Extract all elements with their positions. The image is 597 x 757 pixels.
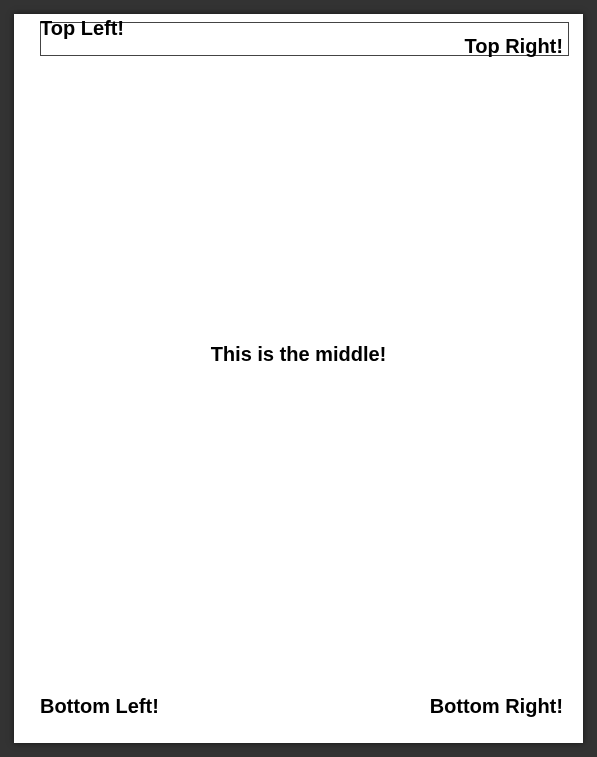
middle-text: This is the middle! xyxy=(14,344,583,367)
top-right-text: Top Right! xyxy=(465,36,563,59)
bottom-right-text: Bottom Right! xyxy=(430,696,563,719)
bottom-left-text: Bottom Left! xyxy=(40,696,159,719)
top-left-text: Top Left! xyxy=(40,18,124,41)
pdf-viewer-frame: Top Left! Top Right! This is the middle!… xyxy=(0,0,597,757)
document-page: Top Left! Top Right! This is the middle!… xyxy=(14,14,583,743)
